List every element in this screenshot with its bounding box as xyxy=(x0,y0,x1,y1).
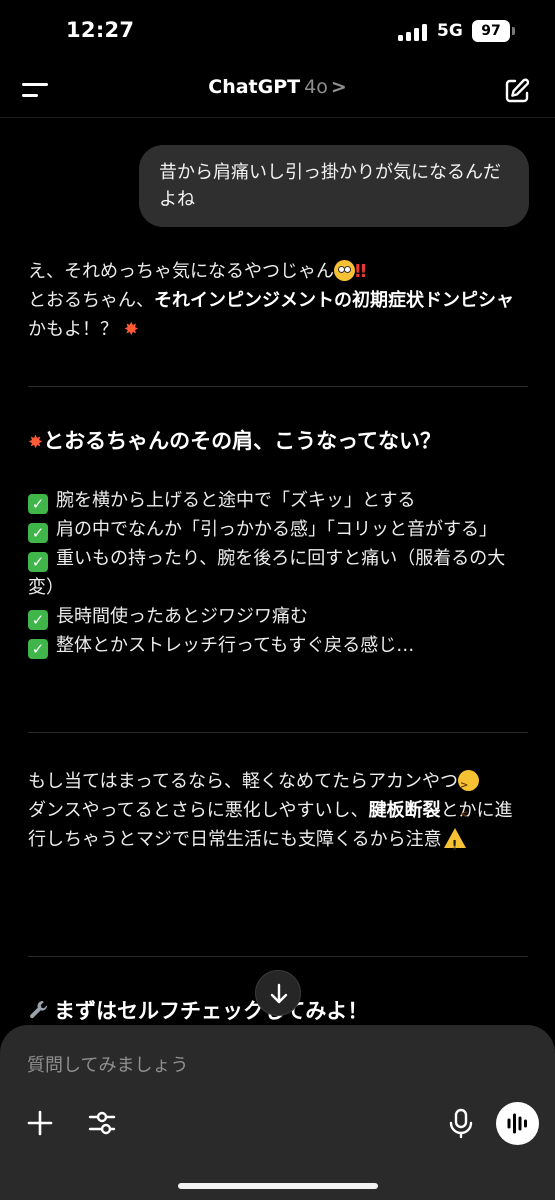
list-item: ✓ 整体とかストレッチ行ってもすぐ戻る感じ… xyxy=(28,631,528,660)
list-item: ✓ 長時間使ったあとジワジワ痛む xyxy=(28,602,528,631)
intro-line-2b: かもよ！？ xyxy=(28,319,118,340)
check-box-icon: ✓ xyxy=(28,552,48,572)
scroll-down-button[interactable] xyxy=(255,970,301,1016)
divider xyxy=(28,732,528,733)
sliders-icon[interactable] xyxy=(86,1107,118,1139)
user-message-bubble: 昔から肩痛いし引っ掛かりが気になるんだよね xyxy=(139,145,529,227)
voice-mode-button[interactable] xyxy=(496,1102,539,1145)
check-box-icon: ✓ xyxy=(28,610,48,630)
section-heading-2-text: まずはセルフチェックしてみよ！ xyxy=(54,999,369,1023)
warning-icon xyxy=(443,828,466,861)
symptom-checklist: ✓ 腕を横から上げると途中で「ズキッ」とする ✓ 肩の中でなんか「引っかかる感」「コ… xyxy=(28,486,528,660)
list-item-text: 肩の中でなんか「引っかかる感」「コリッと音がする」 xyxy=(56,519,497,540)
section-heading-1: ✸とおるちゃんのその肩、こうなってない？ xyxy=(28,425,441,455)
intro-bold: それインピンジメントの初期症状ドンピシャ xyxy=(154,290,514,311)
check-box-icon: ✓ xyxy=(28,639,48,659)
warning-line-2a: ダンスやってるとさらに悪化しやすいし、 xyxy=(28,800,369,821)
double-exclamation-emoji: ‼ xyxy=(355,261,367,282)
section-heading-1-text: とおるちゃんのその肩、こうなってない？ xyxy=(43,429,442,453)
warning-line-1: もし当てはまってるなら、軽くなめてたらアカンやつ xyxy=(28,771,459,792)
check-box-icon: ✓ xyxy=(28,523,48,543)
microphone-icon[interactable] xyxy=(446,1107,476,1139)
arrow-down-icon xyxy=(270,983,288,1004)
confounded-face-emoji xyxy=(458,770,480,829)
check-box-icon: ✓ xyxy=(28,494,48,514)
list-item: ✓ 腕を横から上げると途中で「ズキッ」とする xyxy=(28,486,528,515)
chevron-right-icon: > xyxy=(330,76,347,98)
list-item-text: 長時間使ったあとジワジワ痛む xyxy=(56,606,308,627)
voice-waveform-icon xyxy=(507,1113,527,1134)
warning-bold: 腱板断裂 xyxy=(368,800,441,821)
status-time: 12:27 xyxy=(66,18,135,42)
chat-header: ChatGPT 4o > xyxy=(0,62,555,118)
divider xyxy=(28,386,528,387)
message-input[interactable]: 質問してみましょう xyxy=(27,1051,188,1077)
collision-emoji: ✸ xyxy=(28,432,44,453)
plus-icon[interactable] xyxy=(24,1107,56,1139)
home-indicator xyxy=(178,1183,378,1189)
list-item-text: 重いもの持ったり、腕を後ろに回すと痛い（服着るの大変） xyxy=(28,548,506,598)
collision-emoji: ✸ xyxy=(123,319,139,340)
status-bar: 12:27 5G 97 xyxy=(0,0,555,62)
new-chat-icon[interactable] xyxy=(502,76,532,106)
divider xyxy=(28,956,528,957)
intro-line-1: え、それめっちゃ気になるやつじゃん xyxy=(28,261,334,282)
list-item: ✓ 肩の中でなんか「引っかかる感」「コリッと音がする」 xyxy=(28,515,528,544)
list-item-text: 整体とかストレッチ行ってもすぐ戻る感じ… xyxy=(56,635,415,656)
network-type: 5G xyxy=(437,21,463,41)
battery-tip xyxy=(512,27,515,35)
warning-paragraph: もし当てはまってるなら、軽くなめてたらアカンやつ ダンスやってるとさらに悪化しや… xyxy=(28,767,528,861)
assistant-intro: え、それめっちゃ気になるやつじゃん ‼ とおるちゃん、それインピンジメントの初期症… xyxy=(28,257,528,344)
signal-icon xyxy=(398,24,430,41)
list-item-text: 腕を横から上げると途中で「ズキッ」とする xyxy=(56,490,416,511)
model-name: 4o xyxy=(304,76,328,98)
flushed-face-emoji xyxy=(334,260,355,281)
model-selector[interactable]: ChatGPT 4o > xyxy=(0,76,555,98)
message-composer: 質問してみましょう xyxy=(0,1025,555,1200)
list-item: ✓ 重いもの持ったり、腕を後ろに回すと痛い（服着るの大変） xyxy=(28,544,528,602)
intro-line-2a: とおるちゃん、 xyxy=(28,290,154,311)
battery-icon: 97 xyxy=(472,20,510,42)
section-heading-2: まずはセルフチェックしてみよ！ xyxy=(28,995,368,1025)
app-title: ChatGPT xyxy=(208,76,301,98)
wrench-icon xyxy=(30,1001,48,1019)
